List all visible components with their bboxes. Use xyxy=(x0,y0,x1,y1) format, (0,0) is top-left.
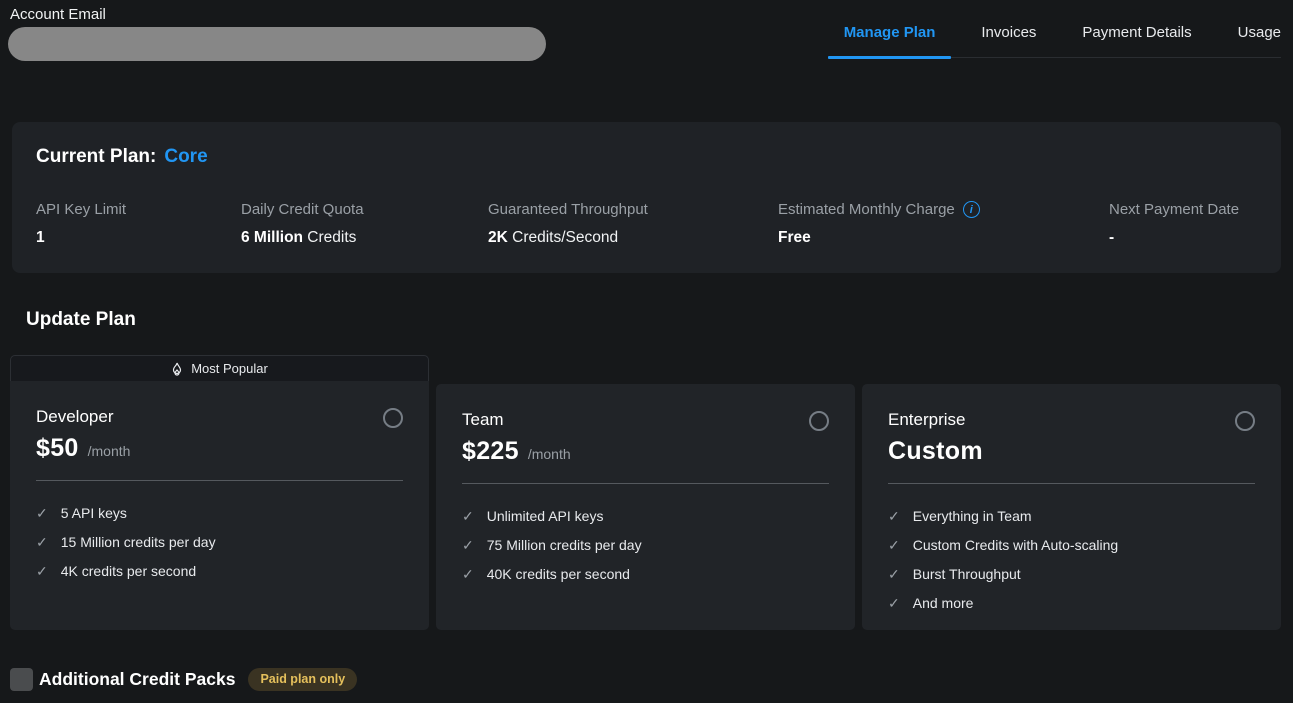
plan-feature: ✓ 75 Million credits per day xyxy=(462,536,829,553)
check-icon: ✓ xyxy=(462,509,474,523)
plan-feature: ✓ 4K credits per second xyxy=(36,562,403,579)
plan-feature: ✓ Everything in Team xyxy=(888,507,1255,524)
feature-text: Unlimited API keys xyxy=(487,508,604,524)
stat-value-strong: 2K xyxy=(488,229,508,246)
plan-radio-enterprise[interactable] xyxy=(1235,411,1255,431)
divider xyxy=(36,480,403,481)
plan-feature: ✓ 15 Million credits per day xyxy=(36,533,403,550)
current-plan-card: Current Plan: Core API Key Limit 1 Daily … xyxy=(12,122,1281,273)
divider xyxy=(462,483,829,484)
plan-feature-list: ✓ Everything in Team ✓ Custom Credits wi… xyxy=(888,507,1255,611)
tab-usage[interactable]: Usage xyxy=(1238,24,1281,57)
stat-value-strong: 6 Million xyxy=(241,229,303,246)
stat-value-strong: 1 xyxy=(36,229,45,246)
plan-price: $50 xyxy=(36,434,79,463)
feature-text: Everything in Team xyxy=(913,508,1032,524)
plan-radio-developer[interactable] xyxy=(383,408,403,428)
check-icon: ✓ xyxy=(36,535,48,549)
stat-value: 6 Million Credits xyxy=(241,229,364,247)
plan-card-developer[interactable]: Most Popular Developer $50 /month ✓ 5 AP… xyxy=(10,355,429,630)
divider xyxy=(888,483,1255,484)
additional-credit-packs-row: Additional Credit Packs Paid plan only xyxy=(10,668,357,691)
feature-text: Burst Throughput xyxy=(913,566,1021,582)
stat-label: Daily Credit Quota xyxy=(241,201,364,218)
stat-value-rest: Credits xyxy=(303,229,356,246)
most-popular-label: Most Popular xyxy=(191,361,268,376)
plan-feature: ✓ And more xyxy=(888,594,1255,611)
feature-text: Custom Credits with Auto-scaling xyxy=(913,537,1118,553)
current-plan-name: Core xyxy=(164,146,207,167)
stat-daily-credit-quota: Daily Credit Quota 6 Million Credits xyxy=(241,201,364,247)
additional-credit-packs-label: Additional Credit Packs xyxy=(39,669,235,690)
plan-feature: ✓ Unlimited API keys xyxy=(462,507,829,524)
feature-text: And more xyxy=(913,595,974,611)
stat-label: API Key Limit xyxy=(36,201,126,218)
stat-label: Estimated Monthly Charge xyxy=(778,201,955,218)
check-icon: ✓ xyxy=(888,509,900,523)
stat-value-rest: Credits/Second xyxy=(508,229,618,246)
stat-value-strong: Free xyxy=(778,229,811,246)
check-icon: ✓ xyxy=(888,596,900,610)
plan-price-period: /month xyxy=(88,443,131,459)
plan-title: Developer xyxy=(36,406,114,428)
stat-guaranteed-throughput: Guaranteed Throughput 2K Credits/Second xyxy=(488,201,648,247)
additional-credit-packs-checkbox[interactable] xyxy=(10,668,33,691)
billing-tab-bar: Manage Plan Invoices Payment Details Usa… xyxy=(844,24,1281,58)
update-plan-heading: Update Plan xyxy=(26,309,136,331)
check-icon: ✓ xyxy=(888,567,900,581)
info-icon[interactable]: i xyxy=(963,201,980,218)
check-icon: ✓ xyxy=(36,564,48,578)
plan-price: $225 xyxy=(462,437,519,466)
plan-feature: ✓ Burst Throughput xyxy=(888,565,1255,582)
stat-next-payment-date: Next Payment Date - xyxy=(1109,201,1239,247)
plan-feature: ✓ 5 API keys xyxy=(36,504,403,521)
feature-text: 40K credits per second xyxy=(487,566,630,582)
plan-card-enterprise[interactable]: Enterprise Custom ✓ Everything in Team ✓… xyxy=(862,384,1281,630)
tab-payment-details[interactable]: Payment Details xyxy=(1082,24,1191,57)
current-plan-title-prefix: Current Plan: xyxy=(36,146,156,167)
stat-value: 1 xyxy=(36,229,126,247)
account-email-label: Account Email xyxy=(10,6,106,23)
stat-label: Next Payment Date xyxy=(1109,201,1239,218)
check-icon: ✓ xyxy=(36,506,48,520)
feature-text: 75 Million credits per day xyxy=(487,537,642,553)
current-plan-title: Current Plan: Core xyxy=(36,146,208,168)
plan-feature-list: ✓ Unlimited API keys ✓ 75 Million credit… xyxy=(462,507,829,582)
plan-card-body: Developer $50 /month ✓ 5 API keys ✓ 15 M… xyxy=(10,381,429,630)
feature-text: 5 API keys xyxy=(61,505,127,521)
feature-text: 4K credits per second xyxy=(61,563,196,579)
plan-card-team[interactable]: Team $225 /month ✓ Unlimited API keys ✓ … xyxy=(436,384,855,630)
flame-icon xyxy=(171,362,183,376)
plan-title: Team xyxy=(462,409,504,431)
plan-price-period: /month xyxy=(528,446,571,462)
tab-invoices[interactable]: Invoices xyxy=(981,24,1036,57)
plan-feature: ✓ Custom Credits with Auto-scaling xyxy=(888,536,1255,553)
tab-manage-plan[interactable]: Manage Plan xyxy=(844,24,936,57)
account-email-input[interactable] xyxy=(8,27,546,61)
stat-value: Free xyxy=(778,229,980,247)
paid-plan-only-badge: Paid plan only xyxy=(248,668,357,691)
plan-feature: ✓ 40K credits per second xyxy=(462,565,829,582)
stat-value-strong: - xyxy=(1109,229,1114,246)
plan-price: Custom xyxy=(888,437,983,466)
plan-radio-team[interactable] xyxy=(809,411,829,431)
plan-title: Enterprise xyxy=(888,409,965,431)
check-icon: ✓ xyxy=(888,538,900,552)
stat-estimated-monthly-charge: Estimated Monthly Charge i Free xyxy=(778,201,980,247)
stat-api-key-limit: API Key Limit 1 xyxy=(36,201,126,247)
plan-feature-list: ✓ 5 API keys ✓ 15 Million credits per da… xyxy=(36,504,403,579)
check-icon: ✓ xyxy=(462,538,474,552)
stat-value: - xyxy=(1109,229,1239,247)
feature-text: 15 Million credits per day xyxy=(61,534,216,550)
stat-value: 2K Credits/Second xyxy=(488,229,648,247)
check-icon: ✓ xyxy=(462,567,474,581)
stat-label: Guaranteed Throughput xyxy=(488,201,648,218)
most-popular-banner: Most Popular xyxy=(10,355,429,381)
